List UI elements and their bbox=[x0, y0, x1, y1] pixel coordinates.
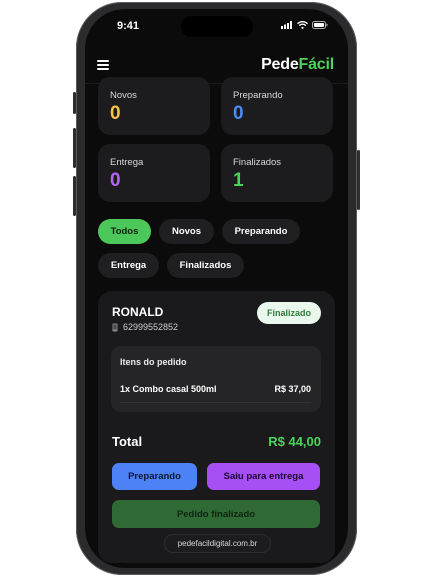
item-price: R$ 37,00 bbox=[274, 384, 311, 394]
status-time: 9:41 bbox=[117, 20, 140, 32]
stat-card-preparando: Preparando 0 bbox=[221, 77, 333, 135]
customer-name: RONALD bbox=[112, 305, 164, 319]
battery-icon bbox=[312, 21, 328, 29]
stat-card-finalizados: Finalizados 1 bbox=[221, 144, 333, 202]
customer-phone: 62999552852 bbox=[123, 322, 179, 332]
customer-phone-row: 62999552852 bbox=[112, 322, 178, 332]
stat-label: Finalizados bbox=[233, 157, 282, 168]
saiu-para-entrega-button[interactable]: Saiu para entrega bbox=[207, 463, 320, 490]
order-card: RONALD 62999552852 Finalizado Itens do p… bbox=[98, 291, 335, 563]
stat-label: Novos bbox=[110, 90, 137, 101]
filter-chip-finalizados[interactable]: Finalizados bbox=[167, 253, 244, 278]
item-divider bbox=[120, 402, 311, 403]
power-button bbox=[357, 150, 360, 210]
volume-down-button bbox=[73, 176, 76, 216]
stat-value: 0 bbox=[233, 103, 244, 124]
total-label: Total bbox=[112, 434, 143, 449]
total-value: R$ 44,00 bbox=[268, 434, 321, 449]
hamburger-menu-icon[interactable] bbox=[97, 60, 109, 70]
stat-value: 1 bbox=[233, 170, 244, 191]
status-badge: Finalizado bbox=[257, 302, 321, 324]
stat-value: 0 bbox=[110, 170, 121, 191]
pedido-finalizado-button[interactable]: Pedido finalizado bbox=[112, 500, 320, 528]
filter-chip-preparando[interactable]: Preparando bbox=[222, 219, 300, 244]
stat-card-entrega: Entrega 0 bbox=[98, 144, 210, 202]
filter-chip-entrega[interactable]: Entrega bbox=[98, 253, 159, 278]
signal-icon bbox=[281, 21, 292, 29]
dynamic-island bbox=[181, 16, 253, 37]
status-icons bbox=[281, 21, 328, 29]
action-button bbox=[73, 92, 76, 114]
items-title: Itens do pedido bbox=[120, 357, 187, 367]
stat-label: Preparando bbox=[233, 90, 283, 101]
volume-up-button bbox=[73, 128, 76, 168]
stat-label: Entrega bbox=[110, 157, 144, 168]
url-pill[interactable]: pedefacildigital.com.br bbox=[164, 534, 271, 553]
phone-screen: 9:41 PedeFácil Novos 0 Preparando 0 Entr… bbox=[85, 9, 348, 568]
item-name: 1x Combo casal 500ml bbox=[120, 384, 217, 394]
order-items-box: Itens do pedido 1x Combo casal 500ml R$ … bbox=[111, 346, 321, 412]
preparando-button[interactable]: Preparando bbox=[112, 463, 197, 490]
filter-chip-todos[interactable]: Todos bbox=[98, 219, 151, 244]
phone-icon bbox=[112, 323, 118, 331]
status-bar: 9:41 bbox=[85, 9, 348, 45]
app-logo: PedeFácil bbox=[261, 56, 334, 73]
stat-card-novos: Novos 0 bbox=[98, 77, 210, 135]
filter-chip-novos[interactable]: Novos bbox=[159, 219, 214, 244]
wifi-icon bbox=[297, 21, 308, 29]
stat-value: 0 bbox=[110, 103, 121, 124]
